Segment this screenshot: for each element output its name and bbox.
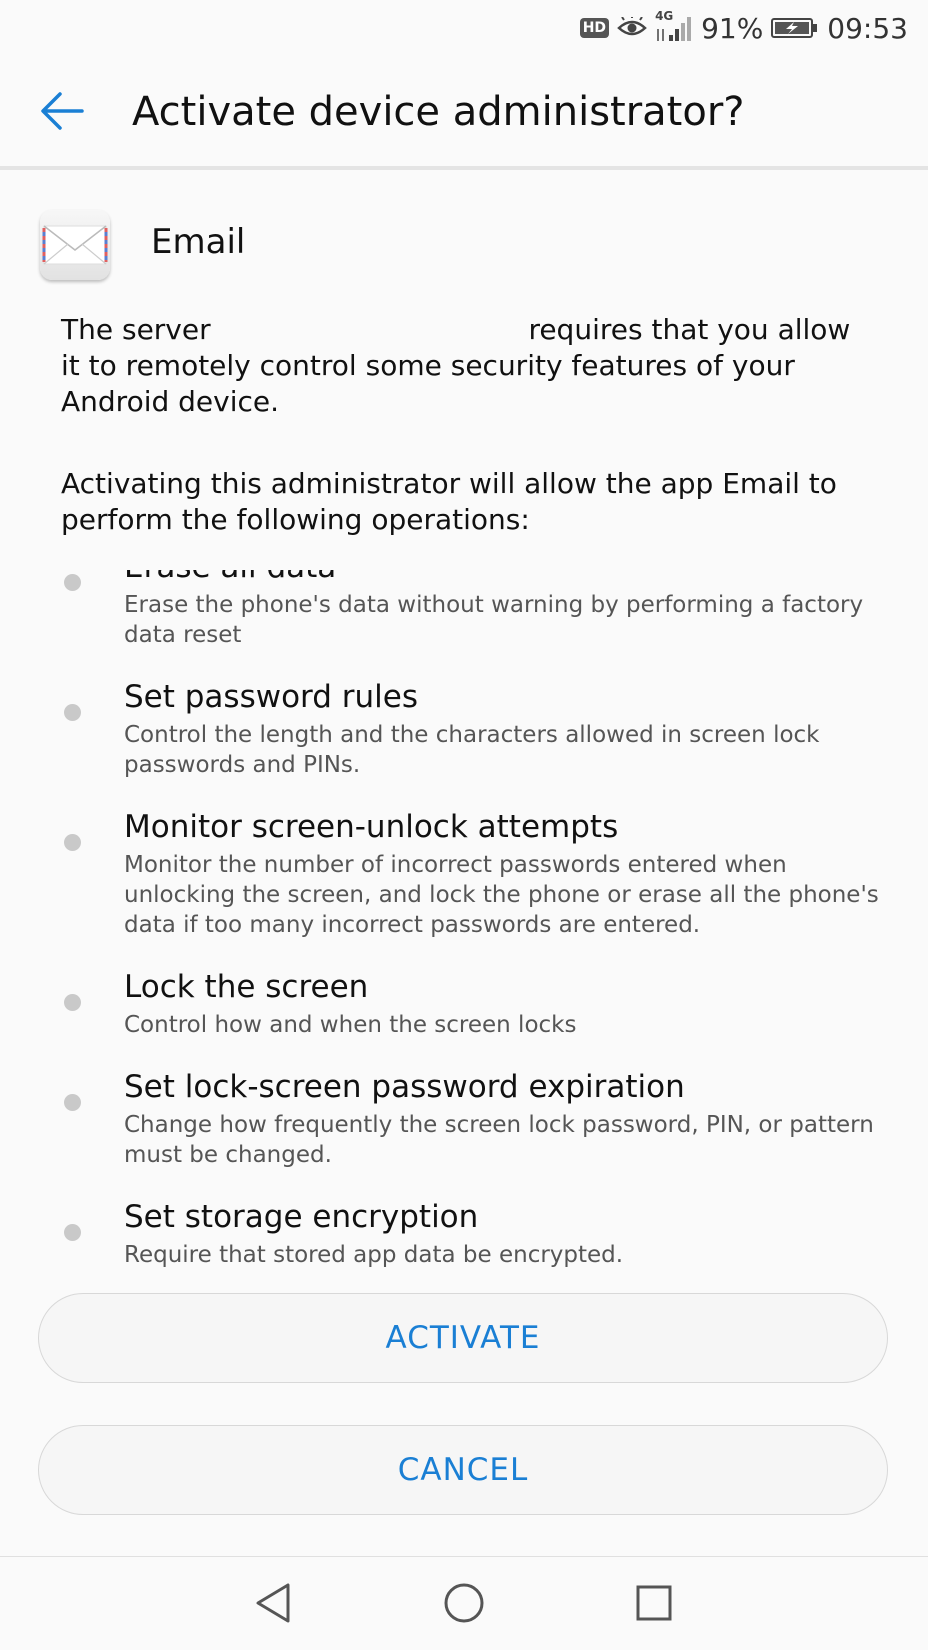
permission-description: Control the length and the characters al…: [124, 722, 820, 778]
permission-title: Lock the screen: [124, 969, 369, 1005]
activation-description: Activating this administrator will allow…: [61, 467, 837, 536]
navigation-bar: [0, 1556, 928, 1650]
activate-button[interactable]: ACTIVATE: [38, 1293, 888, 1383]
email-envelope-icon: [40, 210, 110, 280]
cancel-button[interactable]: CANCEL: [38, 1425, 888, 1515]
permission-item: Lock the screen Control how and when the…: [0, 966, 928, 1040]
bullet-dot: [64, 834, 81, 851]
permission-title: Set password rules: [124, 679, 419, 715]
permission-item: Set storage encryption Require that stor…: [0, 1196, 928, 1270]
redacted-server-name: [219, 318, 520, 344]
hd-icon: HD: [579, 18, 610, 38]
permission-description: Erase the phone's data without warning b…: [124, 592, 864, 648]
eye-comfort-icon: [617, 17, 647, 36]
permission-item: Set password rules Control the length an…: [0, 676, 928, 780]
permission-title: Erase all data: [124, 570, 888, 588]
server-description-prefix: The server: [61, 313, 211, 346]
server-description: The server requires that you allow it to…: [61, 312, 861, 420]
permissions-list[interactable]: Erase all data Erase the phone's data wi…: [0, 570, 928, 1288]
permission-title: Monitor screen-unlock attempts: [124, 809, 619, 845]
app-bar: Activate device administrator?: [0, 56, 928, 170]
nav-back-icon[interactable]: [250, 1579, 298, 1627]
permission-description: Monitor the number of incorrect password…: [124, 852, 879, 938]
permission-title: Set storage encryption: [124, 1199, 479, 1235]
signal-icon: 4G: [655, 9, 693, 43]
battery-percent: 91%: [701, 11, 764, 45]
permission-item: Monitor screen-unlock attempts Monitor t…: [0, 806, 928, 940]
status-bar: HD 4G 91% 09:53: [0, 0, 928, 56]
permission-description: Change how frequently the screen lock pa…: [124, 1112, 874, 1168]
permission-description: Control how and when the screen locks: [124, 1012, 577, 1038]
bullet-dot: [64, 704, 81, 721]
bullet-dot: [64, 1094, 81, 1111]
permission-title: Set lock-screen password expiration: [124, 1069, 685, 1105]
page-title: Activate device administrator?: [132, 89, 745, 135]
arrow-back-icon[interactable]: [38, 86, 88, 136]
status-icons: HD 4G 91% 09:53: [579, 9, 908, 46]
app-row: Email: [0, 200, 928, 280]
app-name: Email: [151, 222, 246, 262]
nav-home-icon[interactable]: [440, 1579, 488, 1627]
clock: 09:53: [827, 11, 908, 45]
permission-item: Set lock-screen password expiration Chan…: [0, 1066, 928, 1170]
permission-description: Require that stored app data be encrypte…: [124, 1242, 624, 1268]
bullet-dot: [64, 994, 81, 1011]
bullet-dot: [64, 574, 81, 591]
bullet-dot: [64, 1224, 81, 1241]
permission-item: Erase all data Erase the phone's data wi…: [0, 570, 928, 650]
battery-charging-icon: [771, 18, 818, 38]
nav-recents-icon[interactable]: [630, 1579, 678, 1627]
